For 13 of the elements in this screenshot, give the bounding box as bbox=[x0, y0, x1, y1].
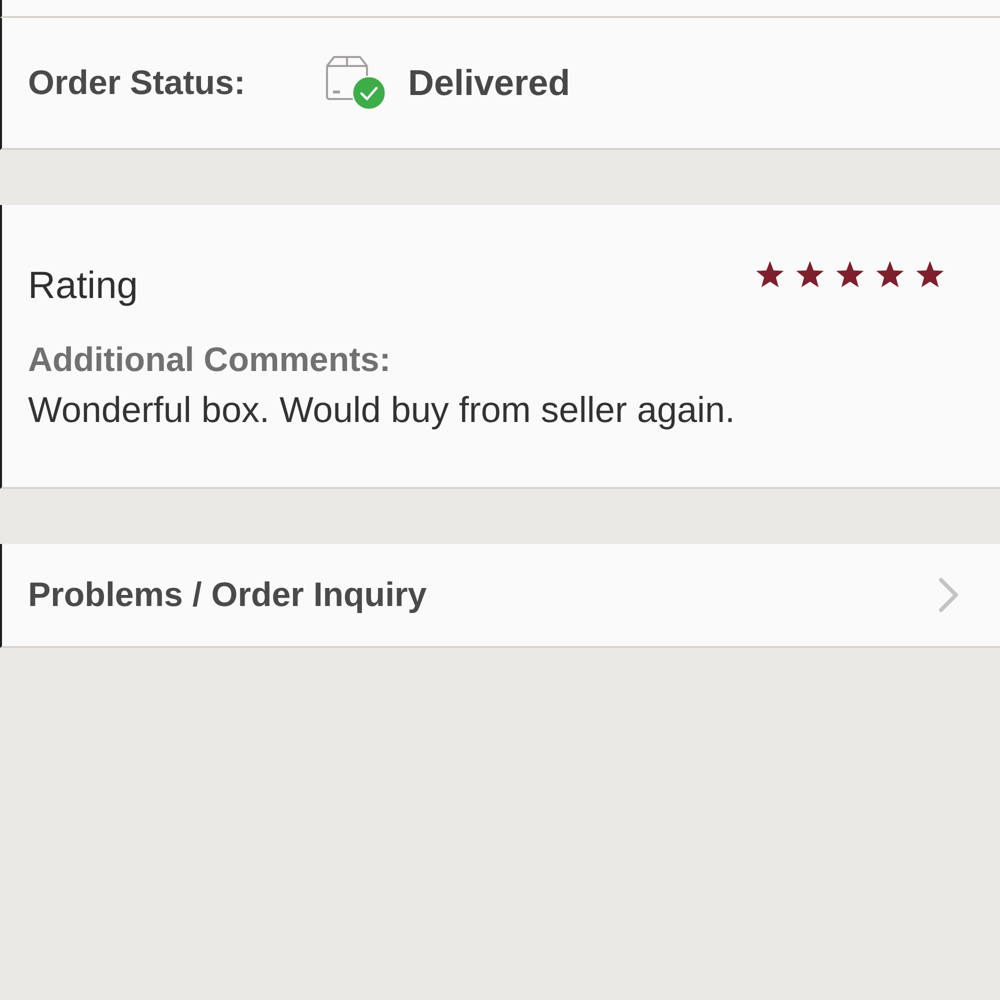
star-icon bbox=[795, 260, 825, 289]
status-value: Delivered bbox=[408, 62, 570, 104]
status-label: Order Status: bbox=[28, 63, 246, 103]
comments-label: Additional Comments: bbox=[28, 340, 392, 380]
star-icon bbox=[755, 260, 785, 289]
order-inquiry-item[interactable]: Problems / Order Inquiry bbox=[0, 544, 1000, 648]
chevron-right-icon bbox=[938, 577, 960, 613]
comment-text: Wonderful box. Would buy from seller again. bbox=[28, 389, 736, 431]
rating-title: Rating bbox=[28, 264, 138, 309]
package-check-icon bbox=[325, 55, 387, 111]
star-icon bbox=[835, 260, 865, 289]
star-icon bbox=[915, 260, 945, 289]
star-icon bbox=[875, 260, 905, 289]
